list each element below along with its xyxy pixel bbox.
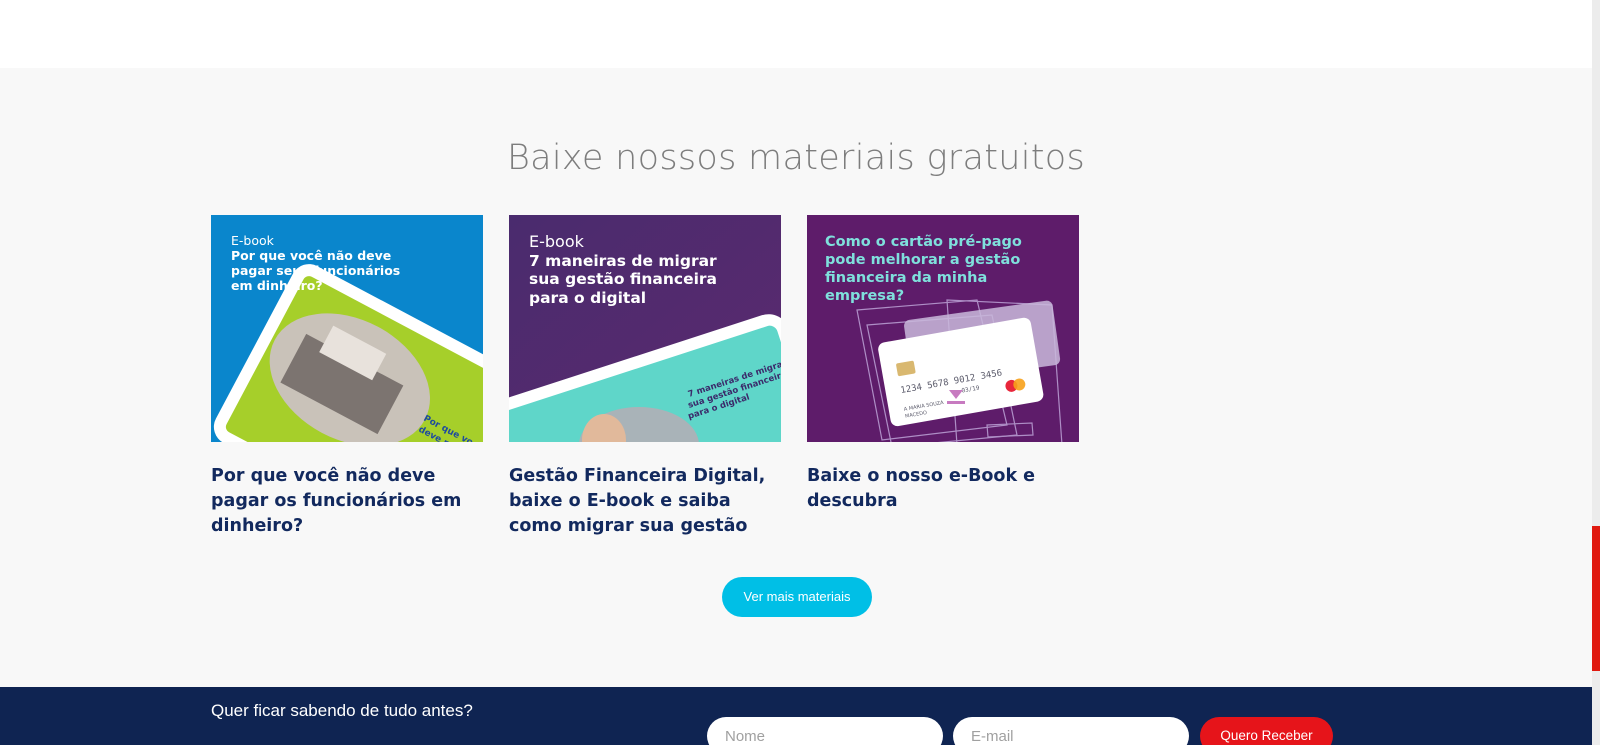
thumb-tag: E-book xyxy=(529,232,584,251)
material-card[interactable]: Por que você deve pag E-book Por que voc… xyxy=(211,215,483,539)
card-title[interactable]: Gestão Financeira Digital, baixe o E-boo… xyxy=(509,464,781,539)
materials-section: Baixe nossos materiais gratuitos Por que… xyxy=(0,68,1592,687)
thumb-text: E-book 7 maneiras de migrar sua gestão f… xyxy=(529,232,719,307)
newsletter-text: Quer ficar sabendo de tudo antes? xyxy=(211,701,473,720)
subscribe-button[interactable]: Quero Receber xyxy=(1200,717,1333,745)
card-title[interactable]: Por que você não deve pagar os funcionár… xyxy=(211,464,483,539)
card-title[interactable]: Baixe o nosso e-Book e descubra xyxy=(807,464,1079,514)
card-thumbnail[interactable]: 1234 5678 9012 3456 03/19 A MARIA SOUZA … xyxy=(807,215,1079,442)
section-title: Baixe nossos materiais gratuitos xyxy=(506,138,1086,178)
material-card[interactable]: 1234 5678 9012 3456 03/19 A MARIA SOUZA … xyxy=(807,215,1079,514)
more-materials-button[interactable]: Ver mais materiais xyxy=(722,577,872,617)
thumb-headline: Como o cartão pré-pago pode melhorar a g… xyxy=(825,234,1022,304)
scrollbar-track[interactable] xyxy=(1592,0,1600,745)
email-input[interactable] xyxy=(953,717,1189,745)
material-card[interactable]: 7 maneiras de migrar sua gestão financei… xyxy=(509,215,781,539)
card-thumbnail[interactable]: Por que você deve pag E-book Por que voc… xyxy=(211,215,483,442)
thumb-headline: 7 maneiras de migrar sua gestão financei… xyxy=(529,251,717,307)
top-area xyxy=(0,0,1592,68)
thumb-text: E-book Por que você não deve pagar seus … xyxy=(231,233,421,293)
card-thumbnail[interactable]: 7 maneiras de migrar sua gestão financei… xyxy=(509,215,781,442)
thumb-headline: Por que você não deve pagar seus funcion… xyxy=(231,248,401,293)
page: Baixe nossos materiais gratuitos Por que… xyxy=(0,0,1600,745)
scrollbar-thumb[interactable] xyxy=(1592,526,1600,671)
newsletter-band: Quer ficar sabendo de tudo antes? Quero … xyxy=(0,687,1592,745)
thumb-tag: E-book xyxy=(231,233,274,248)
name-input[interactable] xyxy=(707,717,943,745)
